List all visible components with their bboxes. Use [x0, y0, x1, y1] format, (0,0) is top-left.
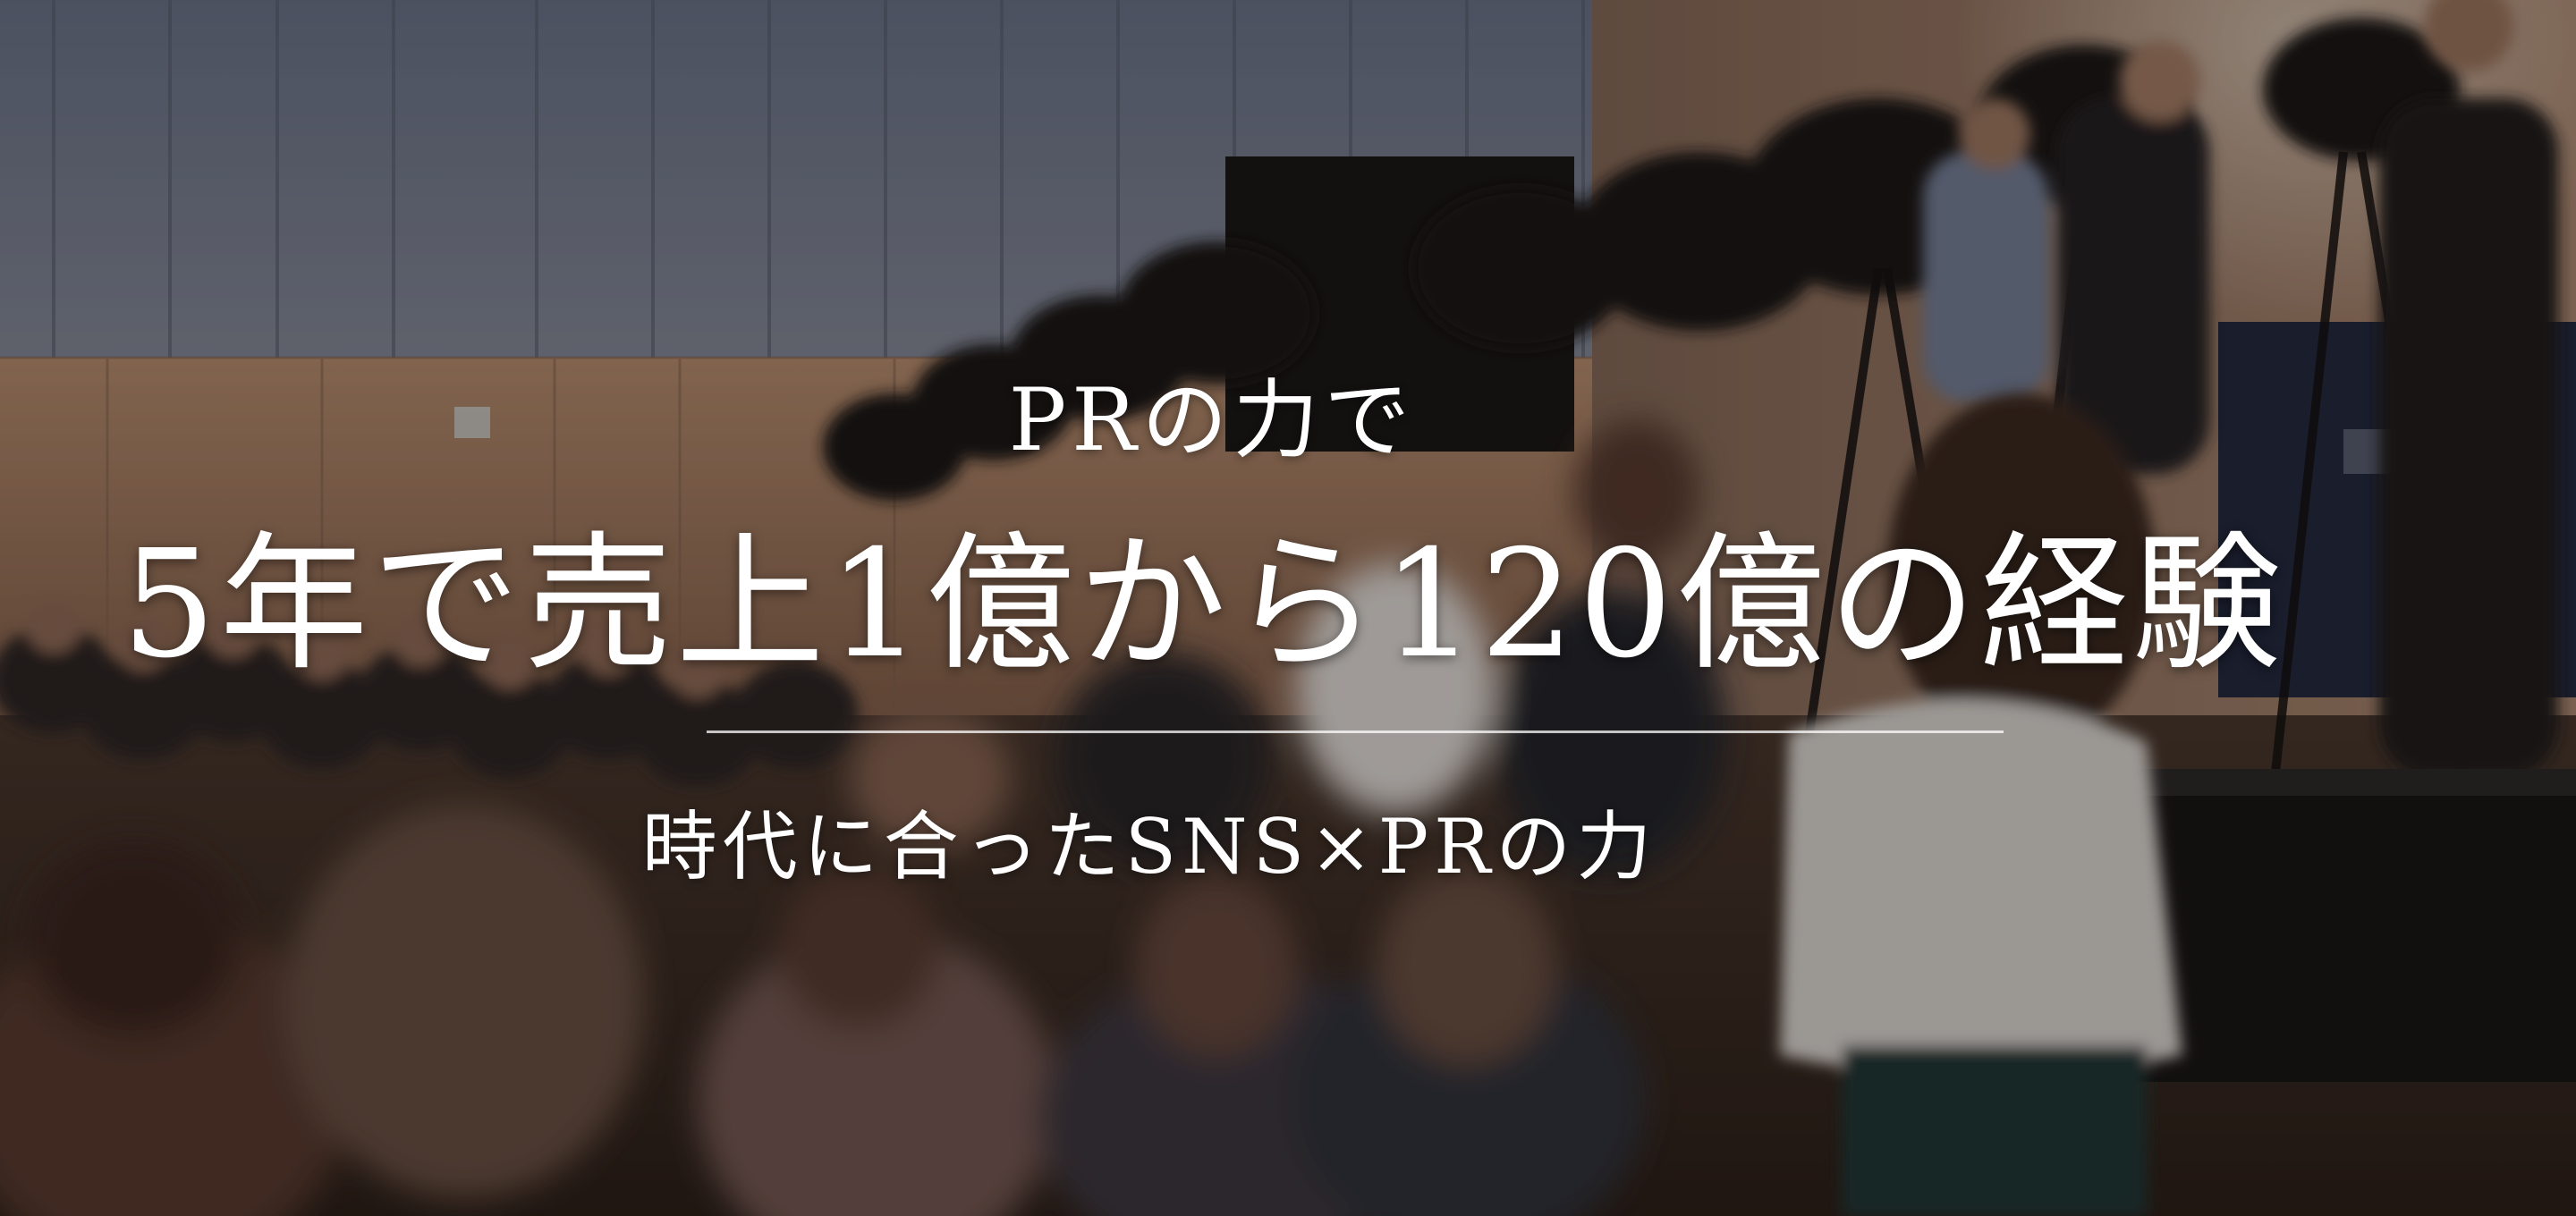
hero-text: PRの力で 5年で売上1億から120億の経験 時代に合ったSNS×PRの力: [0, 0, 2576, 1216]
hero-tagline: 時代に合ったSNS×PRの力: [641, 803, 1657, 891]
hero-title: 5年で売上1億から120億の経験: [121, 519, 2285, 691]
hero-subtitle: PRの力で: [1008, 370, 1416, 470]
hero-banner: PRの力で 5年で売上1億から120億の経験 時代に合ったSNS×PRの力: [0, 0, 2576, 1216]
hero-divider: [707, 730, 2004, 733]
